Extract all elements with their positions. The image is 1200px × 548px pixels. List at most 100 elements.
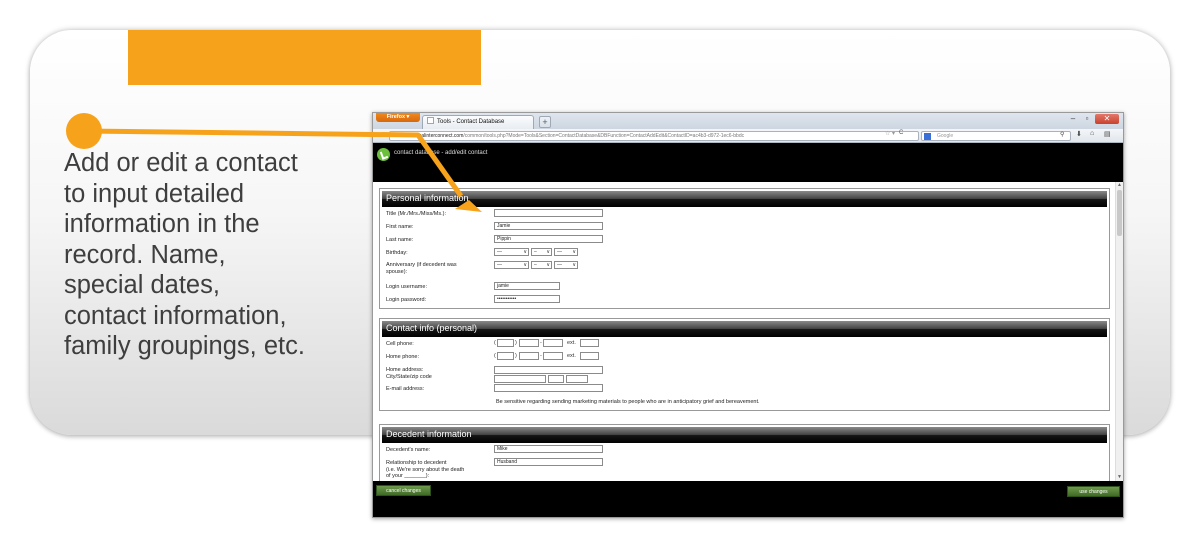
last-name-input[interactable]: Pippin bbox=[494, 235, 603, 243]
anniversary-month-select[interactable]: — ∨ bbox=[494, 261, 529, 269]
cell-area-code-input[interactable] bbox=[497, 339, 514, 347]
scroll-thumb[interactable] bbox=[1117, 190, 1122, 236]
login-password-row: Login password: ••••••••••• bbox=[380, 295, 1109, 306]
home-address-input[interactable] bbox=[494, 366, 603, 374]
chevron-down-icon: ∨ bbox=[523, 262, 527, 268]
navigation-bar: www.virtualinterconnect.com/common/tools… bbox=[373, 129, 1123, 143]
chevron-down-icon: ∨ bbox=[572, 249, 576, 255]
relationship-label: Relationship to decedent (i.e. We're sor… bbox=[386, 460, 465, 479]
accent-tab bbox=[128, 30, 481, 85]
cell-ext-input[interactable] bbox=[580, 339, 599, 347]
use-changes-button[interactable]: use changes bbox=[1067, 486, 1120, 497]
breadcrumb: contact database - add/edit contact bbox=[394, 150, 488, 156]
decedent-name-input[interactable]: Mike bbox=[494, 445, 603, 453]
page-content: Personal information Title (Mr./Mrs./Mis… bbox=[373, 182, 1123, 481]
anniversary-day-value: – bbox=[534, 262, 537, 268]
birthday-day-select[interactable]: – ∨ bbox=[531, 248, 552, 256]
decedent-name-label: Decedent's name: bbox=[386, 447, 431, 453]
cell-prefix-input[interactable] bbox=[519, 339, 539, 347]
birthday-year-value: — bbox=[557, 249, 562, 255]
search-input[interactable]: Google bbox=[921, 131, 1071, 141]
download-icon[interactable]: ⬇ bbox=[1076, 130, 1082, 138]
action-footer: cancel changes use changes bbox=[373, 481, 1123, 517]
home-area-code-input[interactable] bbox=[497, 352, 514, 360]
menu-icon[interactable]: ▤ bbox=[1104, 130, 1111, 138]
cell-phone-row: Cell phone: ( ) - ext. bbox=[380, 339, 1109, 350]
email-label: E-mail address: bbox=[386, 386, 425, 392]
last-name-row: Last name: Pippin bbox=[380, 235, 1109, 246]
paren-open: ( bbox=[494, 340, 496, 346]
home-icon[interactable]: ⌂ bbox=[1090, 130, 1094, 137]
browser-tab[interactable]: Tools - Contact Database bbox=[422, 115, 534, 129]
page-favicon-icon bbox=[427, 117, 434, 124]
dash: - bbox=[540, 353, 542, 359]
anniversary-label: Anniversary (if decedent was spouse): bbox=[386, 262, 457, 275]
url-domain: virtualinterconnect.com bbox=[411, 133, 464, 139]
callout-text: Add or edit a contact to input detailed … bbox=[64, 149, 305, 360]
address-bar[interactable]: www.virtualinterconnect.com/common/tools… bbox=[389, 131, 919, 141]
minimize-button[interactable]: – bbox=[1066, 114, 1080, 124]
reload-icon[interactable]: C bbox=[899, 130, 903, 136]
anniversary-day-select[interactable]: – ∨ bbox=[531, 261, 552, 269]
birthday-label: Birthday: bbox=[386, 250, 408, 256]
login-password-input[interactable]: ••••••••••• bbox=[494, 295, 560, 303]
relationship-input[interactable]: Husband bbox=[494, 458, 603, 466]
search-placeholder: Google bbox=[937, 133, 954, 139]
ext-label: ext. bbox=[567, 340, 576, 346]
chevron-down-icon: ∨ bbox=[546, 249, 550, 255]
dash: - bbox=[540, 340, 542, 346]
anniversary-row: Anniversary (if decedent was spouse): — ∨… bbox=[380, 261, 1109, 277]
url-prefix: www. bbox=[400, 133, 412, 139]
app-logo-icon bbox=[377, 148, 390, 161]
home-prefix-input[interactable] bbox=[519, 352, 539, 360]
bookmark-star-icon[interactable]: ☆ ▾ bbox=[885, 130, 895, 137]
new-tab-button[interactable]: + bbox=[539, 116, 551, 128]
cell-line-input[interactable] bbox=[543, 339, 563, 347]
email-input[interactable] bbox=[494, 384, 603, 392]
title-row: Title (Mr./Mrs./Miss/Ms.): bbox=[380, 209, 1109, 220]
title-bar: Firefox ▾ Tools - Contact Database + – ▫… bbox=[373, 113, 1123, 129]
title-label: Title (Mr./Mrs./Miss/Ms.): bbox=[386, 211, 446, 217]
login-password-label: Login password: bbox=[386, 297, 427, 303]
state-input[interactable] bbox=[548, 375, 564, 383]
decedent-name-row: Decedent's name: Mike bbox=[380, 445, 1109, 456]
zip-input[interactable] bbox=[566, 375, 588, 383]
title-input[interactable] bbox=[494, 209, 603, 217]
cell-phone-label: Cell phone: bbox=[386, 341, 414, 347]
panel-heading-contact: Contact info (personal) bbox=[382, 321, 1107, 337]
anniversary-year-value: — bbox=[557, 262, 562, 268]
panel-heading-personal: Personal information bbox=[382, 191, 1107, 207]
tab-title: Tools - Contact Database bbox=[437, 119, 505, 125]
search-icon[interactable]: ⚲ bbox=[1060, 131, 1064, 138]
chevron-down-icon: ∨ bbox=[523, 249, 527, 255]
paren-close: ) bbox=[515, 340, 517, 346]
birthday-month-select[interactable]: — ∨ bbox=[494, 248, 529, 256]
home-line-input[interactable] bbox=[543, 352, 563, 360]
login-username-input[interactable]: jamie bbox=[494, 282, 560, 290]
city-input[interactable] bbox=[494, 375, 546, 383]
close-window-button[interactable]: ✕ bbox=[1095, 114, 1119, 124]
birthday-year-select[interactable]: — ∨ bbox=[554, 248, 578, 256]
url-path: /common/tools.php?Mode=Tools&Section=Con… bbox=[463, 133, 745, 139]
login-username-label: Login username: bbox=[386, 284, 427, 290]
sensitivity-note: Be sensitive regarding sending marketing… bbox=[496, 399, 760, 405]
app-header: contact database - add/edit contact bbox=[373, 144, 1123, 182]
firefox-menu-button[interactable]: Firefox ▾ bbox=[376, 113, 420, 122]
scroll-up-icon[interactable]: ▲ bbox=[1116, 182, 1123, 188]
scroll-down-icon[interactable]: ▼ bbox=[1116, 474, 1123, 480]
home-ext-input[interactable] bbox=[580, 352, 599, 360]
first-name-input[interactable]: Jamie bbox=[494, 222, 603, 230]
vertical-scrollbar[interactable]: ▲ ▼ bbox=[1115, 182, 1123, 481]
paren-open: ( bbox=[494, 353, 496, 359]
home-phone-row: Home phone: ( ) - ext. bbox=[380, 352, 1109, 363]
anniversary-year-select[interactable]: — ∨ bbox=[554, 261, 578, 269]
relationship-row: Relationship to decedent (i.e. We're sor… bbox=[380, 458, 1109, 480]
cancel-changes-button[interactable]: cancel changes bbox=[376, 485, 431, 496]
paren-close: ) bbox=[515, 353, 517, 359]
contact-info-panel: Contact info (personal) Cell phone: ( ) … bbox=[379, 318, 1110, 411]
chevron-down-icon: ∨ bbox=[572, 262, 576, 268]
address-label: Home address: City/State/zip code bbox=[386, 367, 432, 380]
ext-label: ext. bbox=[567, 353, 576, 359]
home-phone-label: Home phone: bbox=[386, 354, 420, 360]
maximize-button[interactable]: ▫ bbox=[1080, 114, 1094, 124]
